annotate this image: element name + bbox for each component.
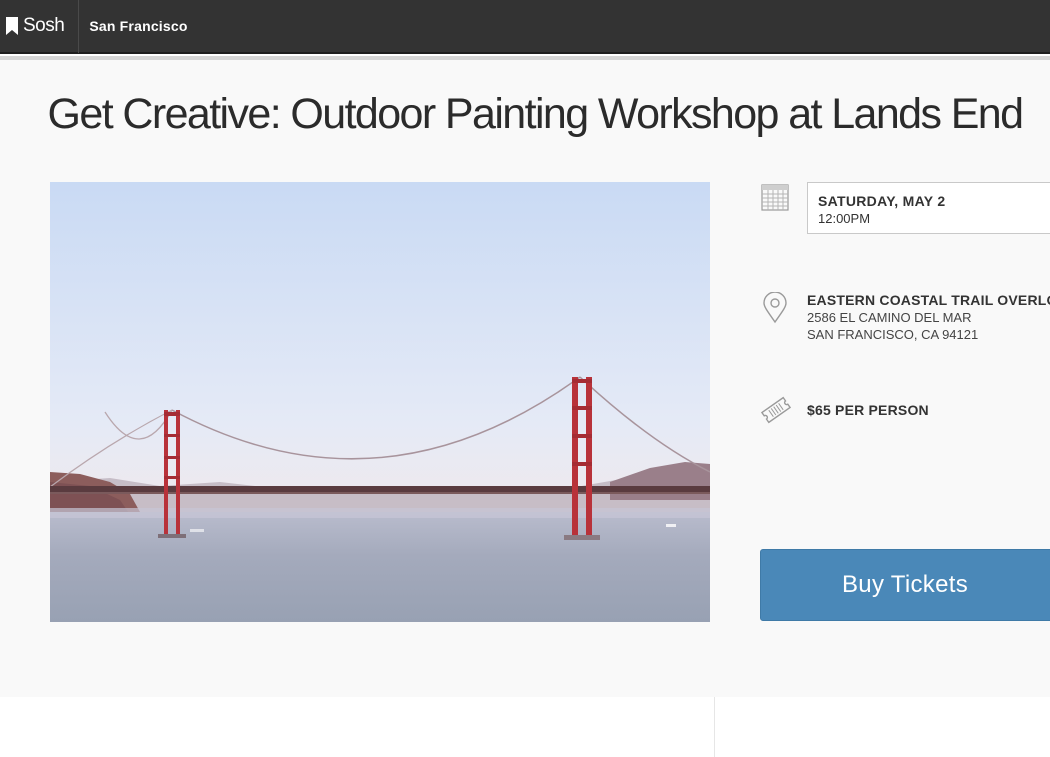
brand-name: Sosh [23,15,65,36]
buy-tickets-button[interactable]: Buy Tickets [760,549,1050,621]
golden-gate-bridge-photo [50,182,710,622]
content-divider [714,697,715,757]
brand-logo[interactable]: Sosh [0,0,80,53]
event-photo [50,182,710,622]
top-navbar: Sosh San Francisco [0,0,1050,54]
venue-block: EASTERN COASTAL TRAIL OVERLOOK 2586 EL C… [807,292,1050,342]
calendar-icon [761,184,789,211]
ticket-price: $65 PER PERSON [807,402,929,418]
event-title: Get Creative: Outdoor Painting Workshop … [47,90,1024,138]
bookmark-icon [6,17,18,35]
event-hero: Get Creative: Outdoor Painting Workshop … [0,60,1050,697]
date-time-box: SATURDAY, MAY 2 12:00PM [807,182,1050,234]
event-time: 12:00PM [818,211,871,226]
address-line1: 2586 EL CAMINO DEL MAR [807,310,972,325]
event-date: SATURDAY, MAY 2 [818,193,946,209]
map-pin-icon [763,292,787,324]
venue-name[interactable]: EASTERN COASTAL TRAIL OVERLOOK [807,292,1050,308]
address-line2: SAN FRANCISCO, CA 94121 [807,327,979,342]
city-selector[interactable]: San Francisco [79,18,187,34]
ticket-icon [760,396,792,424]
